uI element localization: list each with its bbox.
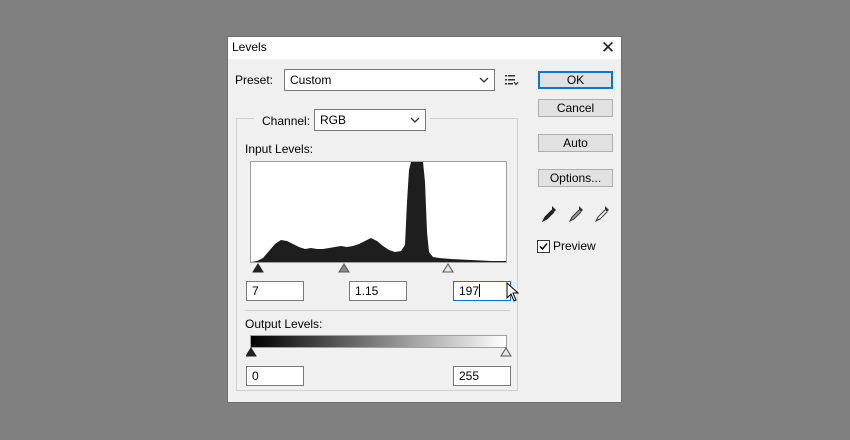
input-black-slider-handle [252, 263, 264, 273]
title-bar[interactable]: Levels ✕ [228, 37, 621, 59]
cancel-button[interactable]: Cancel [538, 99, 613, 117]
input-black-field[interactable]: 7 [246, 281, 304, 301]
output-white-slider-handle [500, 347, 512, 357]
preview-checkbox[interactable] [537, 240, 550, 253]
black-point-eyedropper-icon[interactable] [541, 205, 557, 223]
preview-label: Preview [553, 239, 596, 253]
histogram-curve [251, 162, 506, 262]
output-slider[interactable] [246, 347, 512, 359]
checkmark-icon [539, 243, 548, 251]
input-white-field[interactable]: 197 [453, 281, 511, 301]
auto-button[interactable]: Auto [538, 134, 613, 152]
channel-dropdown[interactable]: RGB [314, 109, 426, 131]
input-slider[interactable] [250, 263, 510, 275]
white-point-eyedropper-icon[interactable] [594, 205, 610, 223]
preset-label: Preset: [235, 73, 274, 87]
ok-button[interactable]: OK [538, 71, 613, 89]
preset-value: Custom [290, 73, 332, 87]
dialog-title: Levels [232, 40, 267, 54]
input-levels-label: Input Levels: [245, 142, 314, 156]
histogram [250, 161, 507, 263]
chevron-down-icon [479, 77, 489, 83]
output-black-field[interactable]: 0 [246, 366, 304, 386]
separator [245, 310, 510, 311]
channel-value: RGB [320, 113, 347, 127]
chevron-down-icon [410, 117, 420, 123]
mouse-cursor-icon [506, 282, 520, 302]
channel-label: Channel: [262, 114, 311, 128]
text-caret [479, 284, 481, 297]
output-black-slider-handle [246, 347, 257, 357]
input-white-slider-handle [442, 263, 454, 273]
close-icon: ✕ [600, 38, 616, 57]
histogram-graph [251, 162, 506, 262]
input-midtone-field[interactable]: 1.15 [349, 281, 407, 301]
gray-point-eyedropper-icon[interactable] [568, 205, 584, 223]
output-white-field[interactable]: 255 [453, 366, 511, 386]
close-button[interactable]: ✕ [597, 38, 619, 58]
preset-options-icon[interactable] [505, 73, 519, 87]
levels-dialog: Levels ✕ Preset: Custom OK Cancel Auto O… [227, 36, 622, 403]
input-white-value: 197 [459, 284, 480, 298]
options-button[interactable]: Options... [538, 169, 613, 187]
preset-dropdown[interactable]: Custom [284, 69, 495, 91]
input-midtone-slider-handle [338, 263, 350, 273]
output-levels-label: Output Levels: [245, 317, 323, 331]
